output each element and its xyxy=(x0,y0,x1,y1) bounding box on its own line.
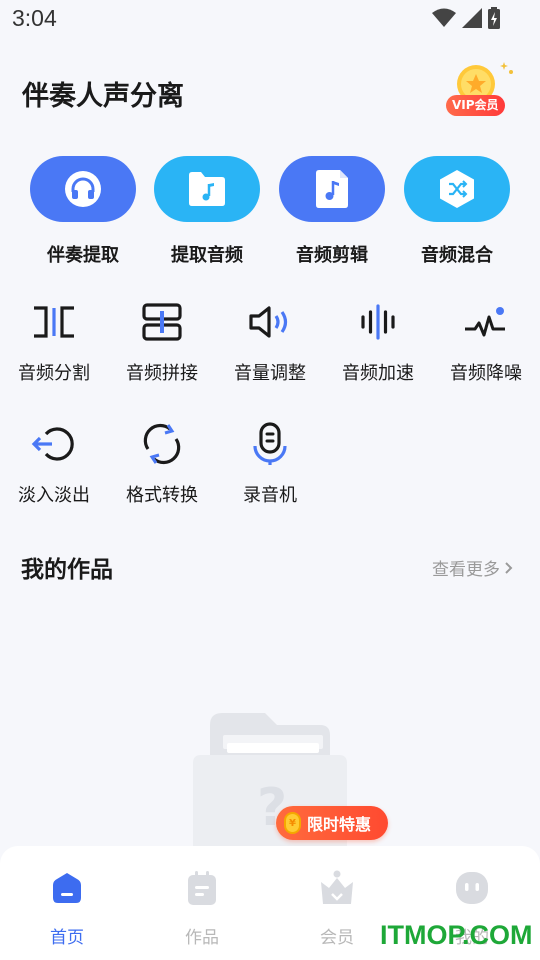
volume-icon xyxy=(220,300,320,344)
works-section-title: 我的作品 xyxy=(21,557,113,583)
signal-icon xyxy=(462,8,482,28)
watermark: ITMOP.COM xyxy=(380,920,533,950)
tool-format-convert[interactable]: 格式转换 xyxy=(112,422,212,507)
split-icon xyxy=(4,300,104,344)
chevron-right-icon xyxy=(505,561,513,574)
home-icon xyxy=(27,870,107,906)
tool-label: 音频分割 xyxy=(18,363,90,384)
battery-icon xyxy=(488,7,500,29)
tool-label: 格式转换 xyxy=(126,485,198,506)
tool-label: 伴奏提取 xyxy=(47,245,119,266)
tool-audio-edit[interactable]: 音频剪辑 xyxy=(279,156,385,267)
fade-icon xyxy=(4,422,104,466)
promo-label: 限时特惠 xyxy=(307,815,372,834)
tool-label: 音频拼接 xyxy=(126,363,198,384)
tool-recorder[interactable]: 录音机 xyxy=(220,422,320,507)
tool-label: 淡入淡出 xyxy=(18,485,90,506)
status-time: 3:04 xyxy=(12,5,57,31)
tool-audio-mix[interactable]: 音频混合 xyxy=(404,156,510,267)
waveform-icon xyxy=(328,300,428,344)
tool-audio-split[interactable]: 音频分割 xyxy=(4,300,104,385)
tool-label: 音频降噪 xyxy=(450,363,522,384)
microphone-icon xyxy=(220,422,320,466)
status-icons xyxy=(432,7,500,29)
wifi-icon xyxy=(432,8,456,27)
vip-button[interactable]: VIP会员 xyxy=(440,58,518,118)
nav-label: 会员 xyxy=(320,928,354,948)
join-icon xyxy=(112,300,212,344)
nav-label: 首页 xyxy=(50,928,84,948)
noise-reduce-icon xyxy=(436,300,536,344)
tool-noise-reduction[interactable]: 音频降噪 xyxy=(436,300,536,385)
nav-home[interactable]: 首页 xyxy=(27,870,107,948)
tool-label: 音量调整 xyxy=(234,363,306,384)
tool-volume-adjust[interactable]: 音量调整 xyxy=(220,300,320,385)
nav-vip[interactable]: 会员 xyxy=(297,870,377,948)
tool-fade[interactable]: 淡入淡出 xyxy=(4,422,104,507)
tool-audio-speed[interactable]: 音频加速 xyxy=(328,300,428,385)
headphones-icon xyxy=(30,156,136,222)
tool-extract-audio[interactable]: 提取音频 xyxy=(154,156,260,267)
profile-icon xyxy=(432,870,512,906)
nav-label: 作品 xyxy=(185,928,219,948)
tool-label: 提取音频 xyxy=(171,245,243,266)
coin-icon: ¥ xyxy=(284,812,301,834)
nav-works[interactable]: 作品 xyxy=(162,870,242,948)
see-more-link[interactable]: 查看更多 xyxy=(432,555,514,580)
see-more-label: 查看更多 xyxy=(432,560,500,580)
tool-accompaniment-extract[interactable]: 伴奏提取 xyxy=(30,156,136,267)
status-bar: 3:04 xyxy=(0,0,540,38)
tool-label: 录音机 xyxy=(243,485,297,506)
tool-audio-join[interactable]: 音频拼接 xyxy=(112,300,212,385)
convert-icon xyxy=(112,422,212,466)
works-icon xyxy=(162,870,242,906)
tool-label: 音频混合 xyxy=(421,245,493,266)
crown-icon xyxy=(297,870,377,906)
music-folder-icon xyxy=(154,156,260,222)
page-title: 伴奏人声分离 xyxy=(22,81,184,112)
vip-label: VIP会员 xyxy=(446,95,505,116)
music-file-icon xyxy=(279,156,385,222)
promo-badge[interactable]: ¥ 限时特惠 xyxy=(276,806,388,840)
tool-label: 音频剪辑 xyxy=(296,245,368,266)
tool-label: 音频加速 xyxy=(342,363,414,384)
shuffle-icon xyxy=(404,156,510,222)
